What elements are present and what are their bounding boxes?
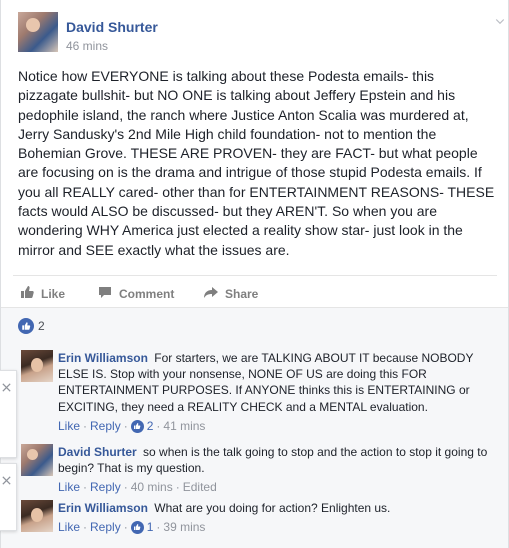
comment-meta: Like · Reply · 2 · 41 mins	[58, 419, 206, 433]
comment-meta: Like · Reply · 40 mins · Edited	[58, 480, 217, 494]
post-header: David Shurter 46 mins	[18, 12, 505, 56]
side-popup	[0, 463, 17, 531]
post-actions: Like Comment Share	[13, 275, 497, 307]
side-popup	[0, 370, 17, 458]
post-text: Notice how EVERYONE is talking about the…	[18, 68, 495, 258]
reactions-bar: 2	[1, 307, 508, 340]
comment-body: Erin Williamson For starters, we are TAL…	[58, 350, 498, 415]
comment-like-count[interactable]: 2	[147, 419, 154, 433]
comment-button[interactable]: Comment	[97, 284, 174, 303]
comment-reply-link[interactable]: Reply	[90, 419, 121, 433]
reaction-count: 2	[38, 319, 45, 333]
comment-time[interactable]: 39 mins	[163, 520, 205, 534]
comment-edited[interactable]: Edited	[183, 480, 217, 494]
comment-like-link[interactable]: Like	[58, 480, 80, 494]
avatar[interactable]	[21, 444, 53, 476]
comment-reply-link[interactable]: Reply	[90, 480, 121, 494]
comments-section: Erin Williamson For starters, we are TAL…	[1, 340, 508, 548]
comment-button-label: Comment	[119, 286, 175, 301]
comment-time[interactable]: 40 mins	[131, 480, 173, 494]
thumbs-up-icon	[19, 284, 35, 303]
post-card: David Shurter 46 mins Notice how EVERYON…	[0, 0, 509, 548]
avatar[interactable]	[21, 350, 53, 382]
share-button[interactable]: Share	[203, 284, 258, 303]
post-timestamp[interactable]: 46 mins	[66, 39, 108, 53]
comment-body: David Shurter so when is the talk going …	[58, 444, 498, 476]
comment-author[interactable]: Erin Williamson	[58, 351, 148, 365]
close-icon[interactable]	[1, 474, 12, 489]
author-name[interactable]: David Shurter	[66, 19, 158, 35]
reaction-summary[interactable]: 2	[18, 318, 45, 334]
comment-author[interactable]: Erin Williamson	[58, 501, 148, 515]
author-avatar[interactable]	[18, 12, 58, 52]
avatar[interactable]	[21, 500, 53, 532]
speech-bubble-icon	[97, 284, 113, 303]
like-reaction-icon	[130, 419, 144, 433]
like-button-label: Like	[41, 286, 66, 301]
comment-meta: Like · Reply · 1 · 39 mins	[58, 520, 206, 534]
close-icon[interactable]	[1, 381, 12, 396]
like-button[interactable]: Like	[19, 284, 65, 303]
comment-body: Erin Williamson What are you doing for a…	[58, 500, 498, 516]
comment-reply-link[interactable]: Reply	[90, 520, 121, 534]
chevron-down-icon[interactable]	[492, 15, 508, 31]
comment-author[interactable]: David Shurter	[58, 445, 137, 459]
comment-like-link[interactable]: Like	[58, 520, 80, 534]
share-arrow-icon	[203, 284, 219, 303]
like-reaction-icon	[18, 318, 34, 334]
comment-like-link[interactable]: Like	[58, 419, 80, 433]
comment-text: What are you doing for action? Enlighten…	[154, 501, 391, 515]
comment-time[interactable]: 41 mins	[163, 419, 205, 433]
comment-like-count[interactable]: 1	[147, 520, 154, 534]
share-button-label: Share	[225, 286, 259, 301]
like-reaction-icon	[130, 520, 144, 534]
